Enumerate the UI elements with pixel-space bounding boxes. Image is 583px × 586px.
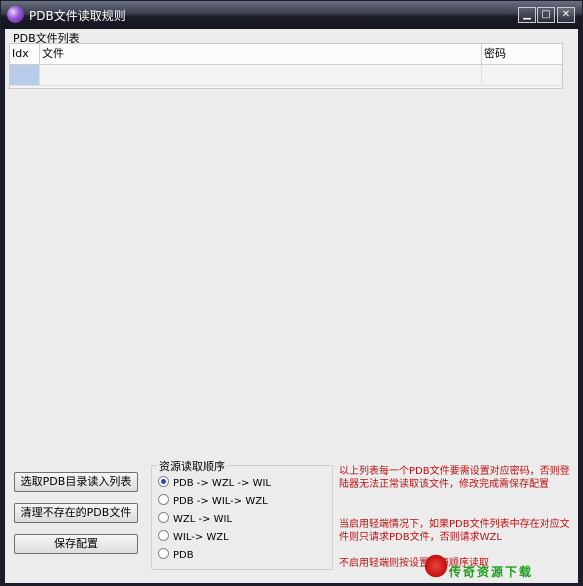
info-text-2: 当启用轻端情况下，如果PDB文件列表中存在对应文件则只请求PDB文件，否则请求W… [339,519,570,543]
import-pdb-button[interactable]: 选取PDB目录读入列表 [14,472,138,492]
maximize-icon[interactable]: □ [537,7,555,23]
radio-selected-icon[interactable] [158,476,169,487]
radio-option-label: PDB -> WIL-> WZL [173,496,268,507]
radio-option-5[interactable]: PDB [158,548,194,562]
watermark-text: 传奇资源下载 [449,565,534,579]
radio-icon[interactable] [158,530,169,541]
radio-option-label: WIL-> WZL [173,532,229,543]
watermark-logo-icon [423,553,449,579]
info-text-1: 以上列表每一个PDB文件要需设置对应密码，否则登陆器无法正常读取该文件，修改完成… [339,466,570,490]
table-header: Idx 文件 密码 [10,44,562,65]
password-cell[interactable] [482,65,562,85]
radio-icon[interactable] [158,512,169,523]
selected-cell[interactable] [10,65,40,85]
minimize-icon[interactable]: ▁ [518,7,536,23]
column-password[interactable]: 密码 [482,44,562,64]
radio-option-label: WZL -> WIL [173,514,233,525]
title-bar[interactable]: PDB文件读取规则 ▁ □ ✕ [1,1,582,29]
table-row[interactable] [10,65,562,86]
main-window: PDB文件读取规则 ▁ □ ✕ PDB文件列表 Idx 文件 密码 选取PDB目… [0,0,583,586]
radio-icon[interactable] [158,548,169,559]
radio-option-label: PDB [173,550,194,561]
radio-option-label: PDB -> WZL -> WIL [173,478,271,489]
radio-option-1[interactable]: PDB -> WZL -> WIL [158,476,271,490]
save-config-button[interactable]: 保存配置 [14,534,138,554]
client-area: PDB文件列表 Idx 文件 密码 选取PDB目录读入列表 清理不存在的PDB文… [5,29,578,583]
file-cell[interactable] [40,65,482,85]
cleanup-pdb-button[interactable]: 清理不存在的PDB文件 [14,503,138,523]
radio-option-4[interactable]: WIL-> WZL [158,530,229,544]
window-title: PDB文件读取规则 [29,9,126,23]
column-file[interactable]: 文件 [40,44,482,64]
app-icon [7,6,24,23]
radio-option-3[interactable]: WZL -> WIL [158,512,232,526]
radio-icon[interactable] [158,494,169,505]
close-icon[interactable]: ✕ [557,7,575,23]
resource-order-label: 资源读取顺序 [157,458,227,474]
pdb-file-table[interactable]: Idx 文件 密码 [9,43,563,89]
column-idx[interactable]: Idx [10,44,40,64]
resource-order-group: 资源读取顺序 PDB -> WZL -> WIL PDB -> WIL-> WZ… [151,458,333,570]
radio-option-2[interactable]: PDB -> WIL-> WZL [158,494,268,508]
